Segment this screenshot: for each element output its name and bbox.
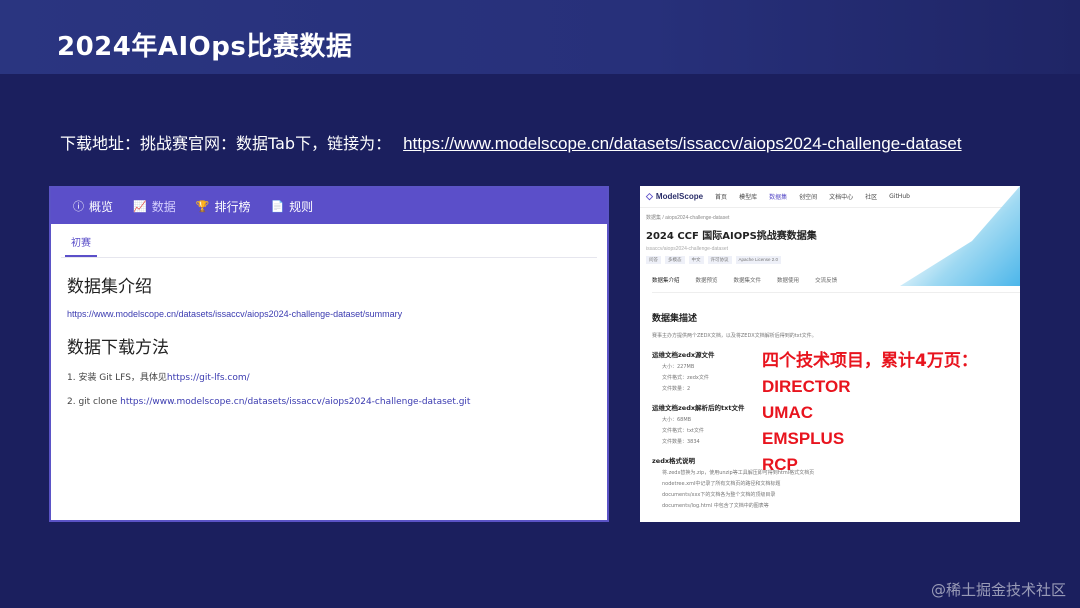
info-icon: ⓘ xyxy=(73,200,84,213)
tab-overview[interactable]: ⓘ 概览 xyxy=(73,198,113,215)
description-text: 赛事主办方提供两个ZEDX文档，以及将ZEDX文档解析后得到的txt文件。 xyxy=(652,333,817,339)
tab-label: 规则 xyxy=(289,199,314,214)
tab-label: 排行榜 xyxy=(214,199,251,214)
breadcrumb: 数据集 / aiops2024-challenge-dataset xyxy=(646,215,730,221)
tag: 中文 xyxy=(688,256,704,264)
nav-item[interactable]: 数据集 xyxy=(769,192,787,201)
trophy-icon: 🏆 xyxy=(195,199,210,213)
nav-item[interactable]: 创空间 xyxy=(799,192,817,201)
dataset-link[interactable]: https://www.modelscope.cn/datasets/issac… xyxy=(403,134,961,153)
callout-heading: 四个技术项目，累计4万页： xyxy=(762,351,978,371)
document-icon: 📄 xyxy=(270,199,285,213)
watermark: @稀土掘金技术社区 xyxy=(930,581,1066,599)
download-method-heading: 数据下载方法 xyxy=(67,338,169,358)
tab-label: 数据 xyxy=(151,199,176,214)
tag: 多模态 xyxy=(665,256,685,264)
step-1: 1. 安装 Git LFS，具体见https://git-lfs.com/ xyxy=(67,373,250,383)
dataset-title: 2024 CCF 国际AIOPS挑战赛数据集 xyxy=(646,231,817,242)
modelscope-logo: ◇ ModelScope xyxy=(646,191,704,201)
subtab[interactable]: 数据使用 xyxy=(777,276,799,284)
project-director: DIRECTOR xyxy=(762,377,851,396)
tab-leaderboard[interactable]: 🏆 排行榜 xyxy=(196,198,251,215)
left-screenshot: ⓘ 概览 📈 数据 🏆 排行榜 📄 规则 初赛 数据集介绍 https://www.mo… xyxy=(49,186,609,522)
slide-title: 2024年AIOps比赛数据 xyxy=(57,32,353,62)
projects-callout: 四个技术项目，累计4万页： DIRECTOR UMAC EMSPLUS RCP xyxy=(762,346,978,475)
nav-item[interactable]: 模型库 xyxy=(739,192,757,201)
git-lfs-link[interactable]: https://git-lfs.com/ xyxy=(167,373,250,383)
modelscope-nav: ◇ ModelScope 首页 模型库 数据集 创空间 文档中心 社区 GitHu… xyxy=(640,186,1020,208)
nav-item[interactable]: 首页 xyxy=(715,192,727,201)
tab-label: 概览 xyxy=(89,199,114,214)
description-heading: 数据集描述 xyxy=(652,314,698,324)
project-emsplus: EMSPLUS xyxy=(762,429,845,448)
subtab-preliminary[interactable]: 初赛 xyxy=(65,234,97,257)
summary-link[interactable]: https://www.modelscope.cn/datasets/issac… xyxy=(67,309,607,319)
nav-item[interactable]: GitHub xyxy=(889,193,910,200)
subtab[interactable]: 数据集文件 xyxy=(734,276,762,284)
logo-icon: ◇ xyxy=(646,191,653,201)
download-steps: 1. 安装 Git LFS，具体见https://git-lfs.com/ 2.… xyxy=(67,370,607,407)
subtab[interactable]: 数据集介绍 xyxy=(652,276,680,284)
tag: Apache License 2.0 xyxy=(735,256,782,264)
tab-data[interactable]: 📈 数据 xyxy=(133,198,176,215)
project-umac: UMAC xyxy=(762,403,813,422)
project-rcp: RCP xyxy=(762,455,798,474)
download-label: 下载地址：挑战赛官网：数据Tab下，链接为： xyxy=(60,134,392,153)
competition-tabbar: ⓘ 概览 📈 数据 🏆 排行榜 📄 规则 xyxy=(51,188,607,224)
list-item: documents/log.html 中包含了文档中的图表等 xyxy=(662,503,769,509)
tab-rules[interactable]: 📄 规则 xyxy=(270,198,313,215)
subtab[interactable]: 数据预览 xyxy=(696,276,718,284)
dataset-intro-heading: 数据集介绍 xyxy=(67,277,152,297)
download-line: 下载地址：挑战赛官网：数据Tab下，链接为： https://www.models… xyxy=(60,130,962,154)
divider xyxy=(61,257,597,258)
tag: 许可协议 xyxy=(707,256,732,264)
list-item: nodetree.xml中记录了所有文档页的路径和文档标题 xyxy=(662,481,781,487)
nav-item[interactable]: 文档中心 xyxy=(829,192,853,201)
git-clone-link[interactable]: https://www.modelscope.cn/datasets/issac… xyxy=(120,397,470,407)
chart-icon: 📈 xyxy=(133,199,147,213)
nav-item[interactable]: 社区 xyxy=(865,192,877,201)
tag: 问答 xyxy=(646,256,661,264)
list-item: documents/xxx下的文档各为整个文档的顶级目录 xyxy=(662,492,776,498)
subtab[interactable]: 交流反馈 xyxy=(815,276,837,284)
step-2: 2. git clone https://www.modelscope.cn/d… xyxy=(67,397,471,407)
right-screenshot: ◇ ModelScope 首页 模型库 数据集 创空间 文档中心 社区 GitHu… xyxy=(640,186,1020,522)
